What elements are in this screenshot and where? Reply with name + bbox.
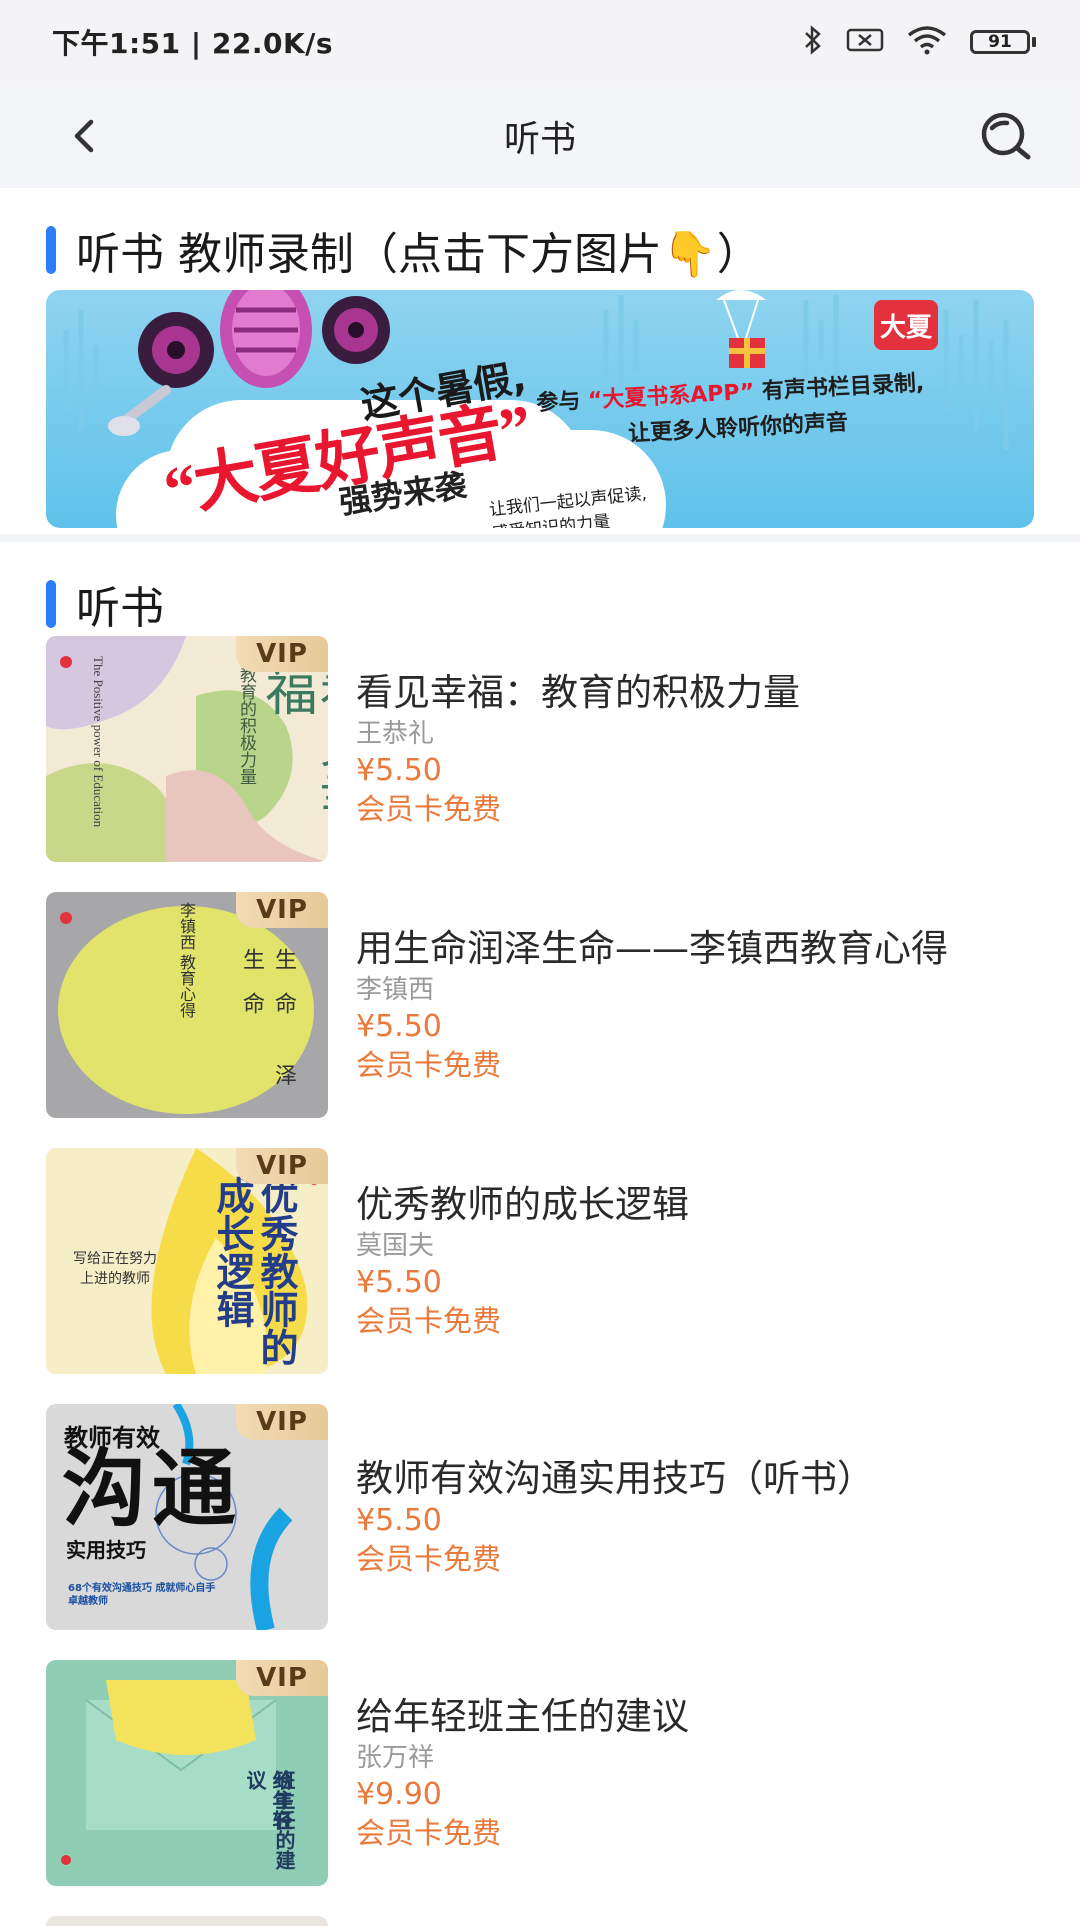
status-bar: 下午1:51 | 22.0K/s 91 bbox=[0, 0, 1080, 84]
book-title: 看见幸福：教育的积极力量 bbox=[356, 671, 800, 714]
status-time-speed: 下午1:51 | 22.0K/s bbox=[52, 27, 334, 60]
section-divider bbox=[0, 534, 1080, 542]
book-info: 看见幸福：教育的积极力量 王恭礼 ¥5.50 会员卡免费 bbox=[356, 636, 1056, 862]
book-cover: The Positive power of Education 教育的积极力量 … bbox=[46, 636, 328, 862]
status-icons: 91 bbox=[802, 24, 1036, 60]
book-author: 莫国夫 bbox=[356, 1231, 435, 1261]
book-title: 教师有效沟通实用技巧（听书） bbox=[356, 1457, 874, 1500]
book-info: 给年轻班主任的建议 张万祥 ¥9.90 会员卡免费 bbox=[356, 1660, 1056, 1886]
book-price: ¥5.50 bbox=[356, 1265, 442, 1300]
list-item[interactable]: 给年轻 班主任的建议 VIP 给年轻班主任的建议 张万祥 ¥9.90 会员卡免费 bbox=[46, 1660, 1046, 1886]
member-free-label: 会员卡免费 bbox=[356, 1816, 502, 1850]
cover-subtitle: 李镇西 教育心得 bbox=[177, 902, 194, 1018]
book-author: 王恭礼 bbox=[356, 719, 435, 749]
cover-title: 生命 泽生命 bbox=[240, 948, 297, 1108]
list-item[interactable]: 李镇西 教育心得 生命 泽生命 VIP 用生命润泽生命——李镇西教育心得 李镇西… bbox=[46, 892, 1046, 1118]
bluetooth-icon bbox=[802, 24, 824, 60]
section-heading-recording: 听书 教师录制（点击下方图片👇） bbox=[46, 218, 761, 282]
cover-subtitle: 实用技巧 bbox=[66, 1538, 146, 1562]
cover-title: 看见幸福 bbox=[257, 664, 328, 820]
battery-icon: 91 bbox=[970, 30, 1036, 54]
list-item[interactable]: 写给正在努力上进的教师 优秀教师的 成长逻辑 VIP 优秀教师的成长逻辑 莫国夫… bbox=[46, 1148, 1046, 1374]
book-author: 李镇西 bbox=[356, 975, 435, 1005]
member-free-label: 会员卡免费 bbox=[356, 1048, 502, 1082]
book-info: 教师有效沟通实用技巧（听书） ¥5.50 会员卡免费 bbox=[356, 1404, 1056, 1630]
accent-bar bbox=[46, 580, 56, 628]
cover-note: 68个有效沟通技巧 成就师心自手卓越教师 bbox=[68, 1583, 216, 1607]
back-button[interactable] bbox=[58, 110, 110, 162]
book-cover: 写给正在努力上进的教师 优秀教师的 成长逻辑 VIP bbox=[46, 1148, 328, 1374]
section-heading-books: 听书 bbox=[46, 572, 164, 636]
vip-badge: VIP bbox=[236, 1148, 328, 1184]
cover-title: 沟通 bbox=[62, 1440, 243, 1538]
list-item-partial bbox=[46, 1916, 328, 1926]
promo-prefix: 参与 bbox=[535, 388, 582, 417]
book-author: 张万祥 bbox=[356, 1743, 435, 1773]
vip-badge: VIP bbox=[236, 892, 328, 928]
member-free-label: 会员卡免费 bbox=[356, 1542, 502, 1576]
book-cover: 教师有效 沟通 实用技巧 68个有效沟通技巧 成就师心自手卓越教师 VIP bbox=[46, 1404, 328, 1630]
book-info: 优秀教师的成长逻辑 莫国夫 ¥5.50 会员卡免费 bbox=[356, 1148, 1056, 1374]
accent-bar bbox=[46, 226, 56, 274]
book-price: ¥5.50 bbox=[356, 1503, 442, 1538]
book-price: ¥5.50 bbox=[356, 753, 442, 788]
book-cover: 李镇西 教育心得 生命 泽生命 VIP bbox=[46, 892, 328, 1118]
vip-badge: VIP bbox=[236, 1404, 328, 1440]
section-title-recording: 听书 教师录制（点击下方图片👇） bbox=[76, 229, 761, 280]
page-title: 听书 bbox=[503, 119, 576, 160]
search-icon bbox=[981, 112, 1031, 160]
search-button[interactable] bbox=[976, 106, 1036, 166]
cover-subtitle: 教育的积极力量 bbox=[237, 666, 256, 785]
vip-badge: VIP bbox=[236, 636, 328, 672]
cover-en-title: The Positive power of Education bbox=[91, 656, 106, 828]
list-item[interactable]: The Positive power of Education 教育的积极力量 … bbox=[46, 636, 1046, 862]
list-item[interactable]: 教师有效 沟通 实用技巧 68个有效沟通技巧 成就师心自手卓越教师 VIP 教师… bbox=[46, 1404, 1046, 1630]
daxia-logo: 大夏 bbox=[874, 300, 938, 350]
nav-bar: 听书 bbox=[0, 84, 1080, 188]
chevron-left-icon bbox=[74, 119, 94, 153]
member-free-label: 会员卡免费 bbox=[356, 792, 502, 826]
member-free-label: 会员卡免费 bbox=[356, 1304, 502, 1338]
battery-level: 91 bbox=[970, 30, 1030, 54]
wifi-icon bbox=[906, 25, 948, 59]
recording-banner[interactable]: 大夏 这个暑假, “大夏好声音” 强势来袭 参与 “大夏书系APP” 有声书栏目… bbox=[46, 290, 1034, 528]
book-cover: 给年轻 班主任的建议 VIP bbox=[46, 1660, 328, 1886]
book-title: 给年轻班主任的建议 bbox=[356, 1695, 689, 1738]
book-title: 用生命润泽生命——李镇西教育心得 bbox=[356, 927, 948, 970]
book-price: ¥5.50 bbox=[356, 1009, 442, 1044]
book-info: 用生命润泽生命——李镇西教育心得 李镇西 ¥5.50 会员卡免费 bbox=[356, 892, 1056, 1118]
book-price: ¥9.90 bbox=[356, 1777, 442, 1812]
cover-title-line2: 成长逻辑 bbox=[210, 1176, 252, 1328]
section-title-books: 听书 bbox=[76, 583, 164, 634]
book-title: 优秀教师的成长逻辑 bbox=[356, 1183, 689, 1226]
cover-title-line2: 班主任的建议 bbox=[243, 1770, 294, 1870]
vip-badge: VIP bbox=[236, 1660, 328, 1696]
cover-subtitle: 写给正在努力上进的教师 bbox=[73, 1252, 157, 1287]
no-sim-icon bbox=[846, 26, 884, 58]
